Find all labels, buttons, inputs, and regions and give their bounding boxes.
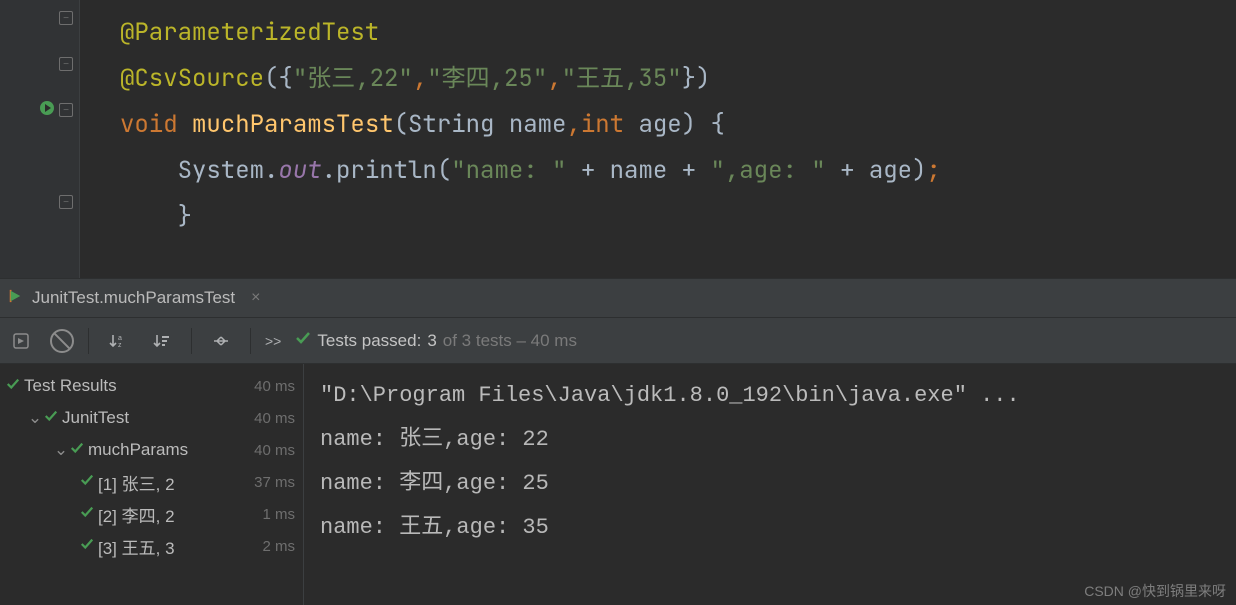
test-tree: Test Results 40 ms ⌄ JunitTest 40 ms ⌄ m… bbox=[0, 364, 304, 605]
svg-text:a: a bbox=[118, 335, 122, 342]
method-name: muchParamsTest bbox=[192, 109, 394, 140]
run-tab-label[interactable]: JunitTest.muchParamsTest bbox=[32, 288, 235, 308]
sort-alpha-icon[interactable]: az bbox=[103, 326, 133, 356]
sort-duration-icon[interactable] bbox=[147, 326, 177, 356]
run-gutter-icon[interactable] bbox=[39, 100, 55, 121]
annotation: @CsvSource bbox=[120, 63, 264, 94]
fold-icon[interactable]: − bbox=[59, 103, 73, 117]
check-icon bbox=[70, 440, 84, 460]
tree-method-node[interactable]: ⌄ muchParams 40 ms bbox=[0, 434, 303, 466]
separator bbox=[88, 328, 89, 354]
console-line: name: 张三,age: 22 bbox=[320, 427, 549, 452]
stop-icon[interactable] bbox=[50, 329, 74, 353]
run-tab-bar: JunitTest.muchParamsTest × bbox=[0, 278, 1236, 318]
svg-text:z: z bbox=[118, 342, 122, 349]
tree-test-leaf[interactable]: [1] 张三, 2 37 ms bbox=[0, 466, 303, 498]
check-icon bbox=[80, 504, 94, 524]
editor-gutter: − − − − bbox=[0, 0, 80, 278]
chevron-down-icon[interactable]: ⌄ bbox=[26, 408, 44, 428]
test-toolbar: az >> Tests passed: 3 of 3 tests – 40 ms bbox=[0, 318, 1236, 364]
check-icon bbox=[80, 536, 94, 556]
separator bbox=[250, 328, 251, 354]
check-icon bbox=[80, 472, 94, 492]
tree-root[interactable]: Test Results 40 ms bbox=[0, 370, 303, 402]
console-line: name: 王五,age: 35 bbox=[320, 515, 549, 540]
annotation: @ParameterizedTest bbox=[120, 17, 379, 48]
watermark: CSDN @快到锅里来呀 bbox=[1084, 581, 1226, 601]
code-area[interactable]: @ParameterizedTest @CsvSource({"张三,22","… bbox=[80, 0, 1236, 278]
console-line: name: 李四,age: 25 bbox=[320, 471, 549, 496]
fold-icon[interactable]: − bbox=[59, 11, 73, 25]
tree-test-leaf[interactable]: [2] 李四, 2 1 ms bbox=[0, 498, 303, 530]
code-editor: − − − − @ParameterizedTest @CsvSource({"… bbox=[0, 0, 1236, 278]
expand-all-icon[interactable] bbox=[206, 326, 236, 356]
chevron-down-icon[interactable]: ⌄ bbox=[52, 440, 70, 460]
tests-passed-summary: Tests passed: 3 of 3 tests – 40 ms bbox=[295, 330, 577, 351]
separator bbox=[191, 328, 192, 354]
check-icon bbox=[44, 408, 58, 428]
close-icon[interactable]: × bbox=[251, 289, 260, 307]
check-icon bbox=[6, 376, 20, 396]
run-tab-icon bbox=[8, 289, 22, 308]
tree-class-node[interactable]: ⌄ JunitTest 40 ms bbox=[0, 402, 303, 434]
fold-icon[interactable]: − bbox=[59, 57, 73, 71]
hide-pane-icon[interactable] bbox=[6, 326, 36, 356]
test-results-panel: Test Results 40 ms ⌄ JunitTest 40 ms ⌄ m… bbox=[0, 364, 1236, 605]
check-icon bbox=[295, 330, 311, 351]
fold-icon[interactable]: − bbox=[59, 195, 73, 209]
tree-test-leaf[interactable]: [3] 王五, 3 2 ms bbox=[0, 530, 303, 562]
console-output[interactable]: "D:\Program Files\Java\jdk1.8.0_192\bin\… bbox=[304, 364, 1236, 605]
more-icon[interactable]: >> bbox=[265, 333, 281, 349]
console-line: "D:\Program Files\Java\jdk1.8.0_192\bin\… bbox=[320, 383, 1020, 408]
